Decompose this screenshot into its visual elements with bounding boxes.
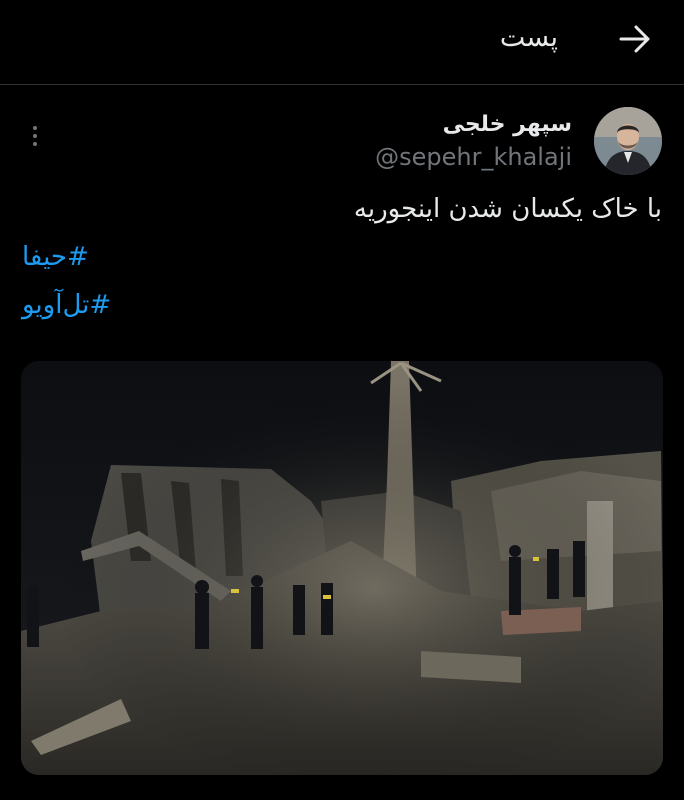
more-vertical-icon [33, 126, 37, 130]
back-button[interactable] [618, 22, 652, 56]
page-title: پست [499, 22, 558, 53]
author-name[interactable]: سپهر خلجی [443, 112, 572, 137]
header-divider [0, 84, 684, 85]
avatar-image [594, 107, 662, 175]
arrow-right-icon [619, 25, 650, 53]
author-handle[interactable]: @sepehr_khalaji [375, 143, 572, 171]
hashtag-link[interactable]: #تل‌آویو [22, 290, 111, 320]
post-text: با خاک یکسان شدن اینجوریه [353, 194, 662, 224]
post-image[interactable] [21, 361, 663, 775]
more-options-button[interactable] [22, 120, 48, 152]
top-bar: پست [0, 0, 684, 80]
hashtag-link[interactable]: #حیفا [22, 242, 89, 272]
rubble-photo [21, 361, 663, 775]
avatar[interactable] [594, 107, 662, 175]
